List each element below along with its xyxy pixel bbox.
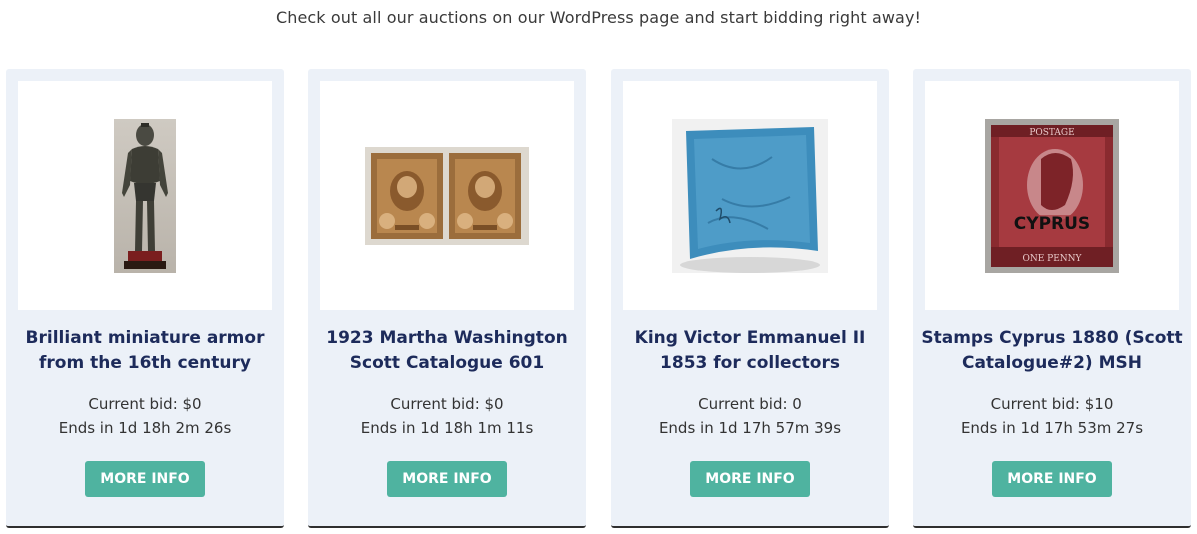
current-bid: Current bid: 0 xyxy=(698,395,802,413)
washington-stamps-image xyxy=(365,146,529,245)
current-bid: Current bid: $0 xyxy=(88,395,202,413)
product-image[interactable] xyxy=(18,81,272,310)
armor-image xyxy=(114,118,176,273)
current-bid: Current bid: $10 xyxy=(990,395,1114,413)
svg-text:POSTAGE: POSTAGE xyxy=(1029,128,1074,138)
product-image[interactable] xyxy=(320,81,574,310)
auction-card: CYPRUS POSTAGE ONE PENNY Stamps Cyprus 1… xyxy=(913,69,1191,528)
ends-in: Ends in 1d 18h 1m 11s xyxy=(360,419,534,437)
auction-title[interactable]: Brilliant miniature armor from the 16th … xyxy=(14,326,276,376)
auction-card: 1923 Martha Washington Scott Catalogue 6… xyxy=(308,69,586,528)
current-bid: Current bid: $0 xyxy=(390,395,504,413)
product-image[interactable]: CYPRUS POSTAGE ONE PENNY xyxy=(925,81,1179,310)
more-info-button[interactable]: MORE INFO xyxy=(690,461,810,497)
auction-card: Brilliant miniature armor from the 16th … xyxy=(6,69,284,528)
ends-in: Ends in 1d 17h 53m 27s xyxy=(960,419,1144,437)
auction-title[interactable]: 1923 Martha Washington Scott Catalogue 6… xyxy=(316,326,578,376)
cyprus-stamp-image: CYPRUS POSTAGE ONE PENNY xyxy=(985,118,1119,273)
auction-cards: Brilliant miniature armor from the 16th … xyxy=(0,0,1197,534)
svg-text:CYPRUS: CYPRUS xyxy=(1014,214,1090,234)
more-info-button[interactable]: MORE INFO xyxy=(387,461,507,497)
ends-in: Ends in 1d 17h 57m 39s xyxy=(658,419,842,437)
more-info-button[interactable]: MORE INFO xyxy=(85,461,205,497)
svg-text:ONE PENNY: ONE PENNY xyxy=(1022,254,1082,264)
auction-card: King Victor Emmanuel II 1853 for collect… xyxy=(611,69,889,528)
auction-title[interactable]: Stamps Cyprus 1880 (Scott Catalogue#2) M… xyxy=(921,326,1183,376)
ends-in: Ends in 1d 18h 2m 26s xyxy=(58,419,232,437)
blue-stamp-image xyxy=(672,118,828,273)
product-image[interactable] xyxy=(623,81,877,310)
more-info-button[interactable]: MORE INFO xyxy=(992,461,1112,497)
auction-title[interactable]: King Victor Emmanuel II 1853 for collect… xyxy=(619,326,881,376)
